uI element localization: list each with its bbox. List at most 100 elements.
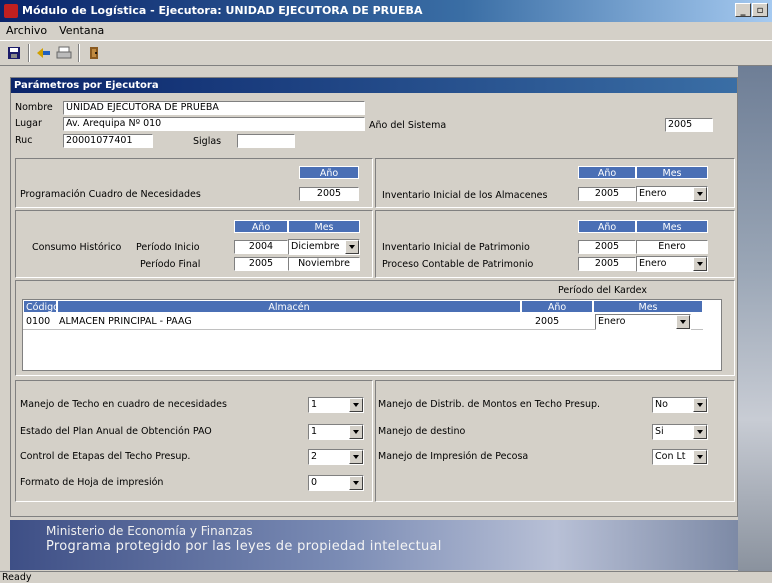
ruc-label: Ruc [15, 135, 33, 146]
siglas-label: Siglas [193, 136, 222, 147]
col-almacen-header: Almacén [57, 300, 521, 313]
consumo-anio-header: Año [234, 220, 288, 233]
periodo-inicio-mes-select[interactable]: Diciembre [288, 239, 360, 255]
dropdown-arrow-icon[interactable] [349, 450, 363, 464]
periodo-inicio-anio[interactable]: 2004 [234, 240, 288, 254]
dropdown-arrow-icon[interactable] [693, 398, 707, 412]
opt-distrib-select[interactable]: No [652, 397, 708, 413]
menu-ventana[interactable]: Ventana [53, 22, 110, 39]
inv-patrimonio-mes[interactable]: Enero [636, 240, 708, 254]
inv-alm-mes-select[interactable]: Enero [636, 186, 708, 202]
row-mes-select[interactable]: Enero [595, 314, 691, 330]
opt-pao-value: 1 [311, 426, 318, 437]
dropdown-arrow-icon[interactable] [693, 257, 707, 271]
patrimonio-mes-header: Mes [636, 220, 708, 233]
options-right-group: Manejo de Distrib. de Montos en Techo Pr… [375, 380, 735, 502]
inventario-almacenes-group: Año Mes Inventario Inicial de los Almace… [375, 158, 735, 208]
patrimonio-anio-header: Año [578, 220, 636, 233]
row-mes-value: Enero [598, 316, 626, 327]
inv-alm-mes-value: Enero [639, 188, 667, 199]
window-title: Módulo de Logística - Ejecutora: UNIDAD … [22, 4, 423, 17]
programacion-anio-field[interactable]: 2005 [299, 187, 359, 201]
dropdown-arrow-icon[interactable] [676, 315, 690, 329]
status-bar: Ready [0, 571, 772, 583]
opt-techo-label: Manejo de Techo en cuadro de necesidades [20, 399, 227, 410]
periodo-final-label: Período Final [140, 259, 201, 270]
ruc-field[interactable]: 20001077401 [63, 134, 153, 148]
nombre-label: Nombre [15, 102, 53, 113]
parameters-form: Parámetros por Ejecutora Nombre UNIDAD E… [10, 77, 738, 517]
maximize-button[interactable]: ▫ [752, 3, 768, 17]
opt-pecosa-label: Manejo de Impresión de Pecosa [378, 451, 529, 462]
periodo-inicio-mes-value: Diciembre [291, 241, 340, 252]
opt-destino-select[interactable]: Si [652, 424, 708, 440]
col-anio-header: Año [521, 300, 593, 313]
anio-sistema-field[interactable]: 2005 [665, 118, 713, 132]
opt-pao-select[interactable]: 1 [308, 424, 364, 440]
opt-formato-value: 0 [311, 477, 318, 488]
menu-bar: Archivo Ventana [0, 22, 772, 40]
consumo-group: Año Mes Consumo Histórico Período Inicio… [15, 210, 373, 278]
opt-etapas-value: 2 [311, 451, 318, 462]
app-icon [4, 4, 18, 18]
exit-door-icon[interactable] [84, 44, 104, 62]
form-title: Parámetros por Ejecutora [11, 78, 737, 93]
opt-pao-label: Estado del Plan Anual de Obtención PAO [20, 426, 212, 437]
opt-etapas-select[interactable]: 2 [308, 449, 364, 465]
dropdown-arrow-icon[interactable] [349, 476, 363, 490]
opt-destino-label: Manejo de destino [378, 426, 466, 437]
opt-formato-select[interactable]: 0 [308, 475, 364, 491]
dropdown-arrow-icon[interactable] [349, 398, 363, 412]
row-almacen: ALMACEN PRINCIPAL - PAAG [59, 316, 192, 327]
proc-patrimonio-anio[interactable]: 2005 [578, 257, 636, 271]
toolbar-separator [28, 44, 30, 62]
dropdown-arrow-icon[interactable] [693, 425, 707, 439]
consumo-mes-header: Mes [288, 220, 360, 233]
lugar-field[interactable]: Av. Arequipa Nº 010 [63, 117, 365, 131]
kardex-title: Período del Kardex [558, 285, 647, 296]
kardex-grid: Código Almacén Año Mes 0100 ALMACEN PRIN… [22, 299, 722, 371]
dropdown-arrow-icon[interactable] [345, 240, 359, 254]
consumo-label: Consumo Histórico [32, 242, 122, 253]
toolbar [0, 40, 772, 66]
inv-alm-anio-field[interactable]: 2005 [578, 187, 636, 201]
background-image [738, 66, 772, 571]
opt-techo-value: 1 [311, 399, 318, 410]
inv-patrimonio-anio[interactable]: 2005 [578, 240, 636, 254]
banner-line2: Programa protegido por las leyes de prop… [46, 539, 442, 554]
row-anio: 2005 [535, 316, 560, 327]
programacion-anio-header: Año [299, 166, 359, 179]
nombre-field[interactable]: UNIDAD EJECUTORA DE PRUEBA [63, 101, 365, 115]
ministry-banner: Ministerio de Economía y Finanzas Progra… [10, 520, 738, 570]
siglas-field[interactable] [237, 134, 295, 148]
inv-alm-label: Inventario Inicial de los Almacenes [382, 190, 548, 201]
patrimonio-group: Año Mes Inventario Inicial de Patrimonio… [375, 210, 735, 278]
back-icon[interactable] [34, 44, 54, 62]
periodo-final-anio[interactable]: 2005 [234, 257, 288, 271]
proc-patrimonio-label: Proceso Contable de Patrimonio [382, 259, 534, 270]
print-icon[interactable] [54, 44, 74, 62]
opt-pecosa-select[interactable]: Con Lt [652, 449, 708, 465]
anio-sistema-label: Año del Sistema [369, 120, 447, 131]
opt-formato-label: Formato de Hoja de impresión [20, 477, 164, 488]
minimize-button[interactable]: _ [735, 3, 751, 17]
banner-line1: Ministerio de Economía y Finanzas [46, 524, 253, 538]
opt-destino-value: Si [655, 426, 664, 437]
dropdown-arrow-icon[interactable] [693, 187, 707, 201]
inv-alm-anio-header: Año [578, 166, 636, 179]
lugar-label: Lugar [15, 118, 42, 129]
programacion-group: Año Programación Cuadro de Necesidades 2… [15, 158, 373, 208]
menu-archivo[interactable]: Archivo [0, 22, 53, 39]
periodo-final-mes[interactable]: Noviembre [288, 257, 360, 271]
dropdown-arrow-icon[interactable] [349, 425, 363, 439]
table-row[interactable]: 0100 ALMACEN PRINCIPAL - PAAG 2005 Enero [23, 314, 703, 330]
opt-techo-select[interactable]: 1 [308, 397, 364, 413]
window-titlebar: Módulo de Logística - Ejecutora: UNIDAD … [0, 0, 772, 22]
opt-distrib-label: Manejo de Distrib. de Montos en Techo Pr… [378, 399, 601, 410]
dropdown-arrow-icon[interactable] [693, 450, 707, 464]
save-icon[interactable] [4, 44, 24, 62]
options-left-group: Manejo de Techo en cuadro de necesidades… [15, 380, 373, 502]
proc-patrimonio-mes-value: Enero [639, 258, 667, 269]
proc-patrimonio-mes-select[interactable]: Enero [636, 256, 708, 272]
programacion-label: Programación Cuadro de Necesidades [20, 189, 201, 200]
